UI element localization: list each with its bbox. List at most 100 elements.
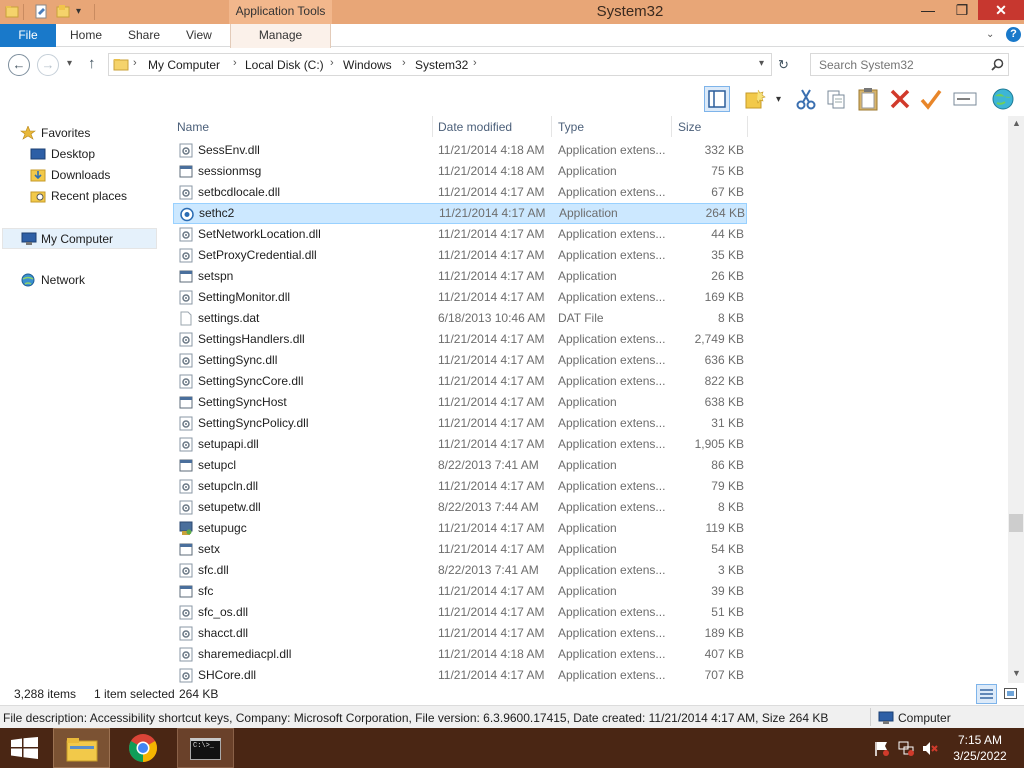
column-divider[interactable] [432,116,433,137]
file-type: Application extens... [558,563,666,577]
dll-file-icon [179,143,193,158]
column-date-modified[interactable]: Date modified [438,120,512,134]
file-size: 636 KB [704,353,744,367]
table-row[interactable]: SetProxyCredential.dll 11/21/2014 4:17 AM… [173,245,747,266]
table-row[interactable]: settings.dat 6/18/2013 10:46 AM DAT File 8 … [173,308,747,329]
scroll-down-icon[interactable]: ▼ [1012,668,1021,678]
search-input[interactable] [811,54,981,75]
expand-ribbon-icon[interactable]: ⌄ [986,29,994,40]
address-dropdown-icon[interactable]: ▾ [759,58,764,69]
volume-muted-icon[interactable] [922,741,938,756]
table-row[interactable]: SetNetworkLocation.dll 11/21/2014 4:17 AM… [173,224,747,245]
table-row[interactable]: setupetw.dll 8/22/2013 7:44 AM Application… [173,497,747,518]
start-button[interactable] [0,728,48,768]
nav-my-computer[interactable]: My Computer [2,228,157,249]
paste-icon[interactable] [855,86,881,112]
breadcrumb-system32[interactable]: System32 [415,58,468,72]
table-row[interactable]: sfc_os.dll 11/21/2014 4:17 AM Application … [173,602,747,623]
checkmark-icon[interactable] [918,86,944,112]
column-name[interactable]: Name [177,120,209,134]
delete-icon[interactable] [887,86,913,112]
column-divider[interactable] [747,116,748,137]
tab-file[interactable]: File [0,24,56,47]
up-button[interactable]: ↑ [88,55,96,72]
file-name: settings.dat [198,311,260,325]
cut-icon[interactable] [793,86,819,112]
table-row[interactable]: sfc.dll 8/22/2013 7:41 AM Application exte… [173,560,747,581]
table-row[interactable]: setupugc 11/21/2014 4:17 AM Application 119… [173,518,747,539]
forward-button[interactable]: → [37,54,59,76]
breadcrumb-windows[interactable]: Windows [343,58,392,72]
file-size: 39 KB [711,584,744,598]
address-bar[interactable]: › My Computer › Local Disk (C:) › Window… [108,53,772,76]
dll-file-icon [179,563,193,578]
file-type: Application [558,521,617,535]
search-icon[interactable] [991,58,1004,71]
help-icon[interactable]: ? [1006,27,1021,42]
minimize-button[interactable]: — [914,0,942,20]
table-row[interactable]: SettingSyncCore.dll 11/21/2014 4:17 AM App… [173,371,747,392]
taskbar-chrome[interactable] [116,728,172,768]
copy-icon[interactable] [823,86,849,112]
table-row[interactable]: SHCore.dll 11/21/2014 4:17 AM Application … [173,665,747,683]
new-item-dropdown-icon[interactable]: ▾ [776,94,781,105]
refresh-icon[interactable]: ↻ [778,57,789,73]
preview-pane-icon[interactable] [704,86,730,112]
table-row[interactable]: shacct.dll 11/21/2014 4:17 AM Application … [173,623,747,644]
chevron-right-icon[interactable]: › [402,57,406,69]
globe-icon[interactable] [990,86,1016,112]
back-button[interactable]: ← [8,54,30,76]
table-row[interactable]: setspn 11/21/2014 4:17 AM Application 26 KB [173,266,747,287]
breadcrumb-local-disk[interactable]: Local Disk (C:) [245,58,324,72]
tab-share[interactable]: Share [128,24,160,47]
rename-icon[interactable] [952,86,978,112]
system-clock[interactable]: 7:15 AM 3/25/2022 [942,732,1018,764]
column-type[interactable]: Type [558,120,584,134]
tab-manage[interactable]: Manage [230,24,331,48]
table-row[interactable]: setupcln.dll 11/21/2014 4:17 AM Applicatio… [173,476,747,497]
taskbar-command-prompt[interactable]: C:\>_ [177,728,234,768]
dll-file-icon [179,416,193,431]
table-row[interactable]: setbcdlocale.dll 11/21/2014 4:17 AM Applic… [173,182,747,203]
tab-home[interactable]: Home [70,24,102,47]
network-status-icon[interactable] [898,741,914,756]
close-button[interactable]: ✕ [978,0,1024,20]
table-row[interactable]: SettingSyncPolicy.dll 11/21/2014 4:17 AM A… [173,413,747,434]
search-box[interactable] [810,53,1009,76]
scroll-up-icon[interactable]: ▲ [1012,118,1021,128]
chevron-right-icon[interactable]: › [233,57,237,69]
new-folder-icon[interactable] [744,86,770,112]
breadcrumb-my-computer[interactable]: My Computer [148,58,220,72]
table-row[interactable]: sfc 11/21/2014 4:17 AM Application 39 KB [173,581,747,602]
table-row[interactable]: sharemediacpl.dll 11/21/2014 4:18 AM Appli… [173,644,747,665]
file-date-modified: 11/21/2014 4:17 AM [438,374,545,388]
recent-places-icon [30,191,46,203]
table-row[interactable]: setupapi.dll 11/21/2014 4:17 AM Applicatio… [173,434,747,455]
table-row[interactable]: SettingsHandlers.dll 11/21/2014 4:17 AM Ap… [173,329,747,350]
scrollbar-thumb[interactable] [1009,514,1023,532]
file-size: 2,749 KB [694,332,744,346]
table-row[interactable]: SessEnv.dll 11/21/2014 4:18 AM Application… [173,140,747,161]
table-row[interactable]: SettingSync.dll 11/21/2014 4:17 AM Applica… [173,350,747,371]
column-divider[interactable] [551,116,552,137]
table-row[interactable]: setupcl 8/22/2013 7:41 AM Application 86 KB [173,455,747,476]
recent-locations-icon[interactable]: ▾ [67,58,72,69]
details-view-icon[interactable] [976,684,997,704]
maximize-button[interactable]: ❐ [948,0,976,20]
table-row-selected[interactable]: sethc2 11/21/2014 4:17 AM Application 264 K… [173,203,747,224]
taskbar-file-explorer[interactable] [53,728,110,768]
column-size[interactable]: Size [678,120,701,134]
table-row[interactable]: SettingSyncHost 11/21/2014 4:17 AM Applica… [173,392,747,413]
chevron-right-icon[interactable]: › [330,57,334,69]
table-row[interactable]: SettingMonitor.dll 11/21/2014 4:17 AM Appl… [173,287,747,308]
table-row[interactable]: setx 11/21/2014 4:17 AM Application 54 KB [173,539,747,560]
large-icons-view-icon[interactable] [1000,684,1021,704]
action-center-flag-icon[interactable] [874,741,890,756]
chevron-right-icon[interactable]: › [133,57,137,69]
vertical-scrollbar[interactable]: ▲ ▼ [1008,116,1024,683]
table-row[interactable]: sessionmsg 11/21/2014 4:18 AM Application 7… [173,161,747,182]
tab-view[interactable]: View [186,24,212,47]
column-divider[interactable] [671,116,672,137]
chevron-right-icon[interactable]: › [473,57,477,69]
file-name: sessionmsg [198,164,262,178]
